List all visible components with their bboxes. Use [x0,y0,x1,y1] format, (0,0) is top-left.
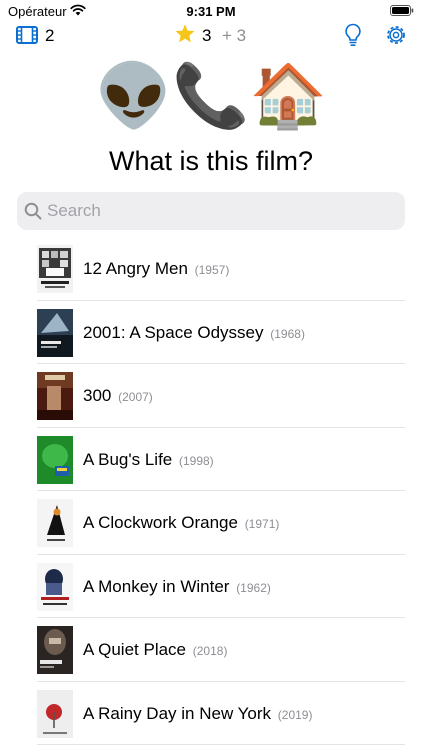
film-poster [37,626,73,674]
film-title: 12 Angry Men (1957) [83,259,229,279]
film-year: (1998) [178,453,214,468]
film-poster [37,689,73,738]
film-title: 2001: A Space Odyssey (1968) [83,323,305,343]
emoji-clue: 👽📞🏠 [95,62,327,131]
search-icon [24,202,42,220]
gear-icon[interactable] [384,23,408,47]
film-row-2001-a-space-odyssey[interactable]: 2001: A Space Odyssey (1968) [0,301,422,365]
film-year: (2019) [277,707,313,722]
question-heading: What is this film? [108,146,314,176]
stars-bonus: + 3 [222,26,247,45]
stars-count: 3 [202,26,212,45]
film-year: (1968) [270,326,305,341]
film-title-text: A Bug's Life [83,449,173,469]
film-title-text: A Quiet Place [83,640,187,659]
film-row-12-angry-men[interactable]: 12 Angry Men (1957) [0,237,422,301]
status-bar: Opérateur 9:31 PM [0,0,422,22]
film-poster [37,435,73,484]
search-bar[interactable] [17,192,405,230]
film-row-300[interactable]: 300 (2007) [0,364,422,428]
film-title: A Rainy Day in New York (2019) [83,704,312,724]
lightbulb-icon[interactable] [344,23,362,47]
film-title-text: A Monkey in Winter [83,576,230,596]
film-count: 2 [45,26,55,45]
film-year: (1957) [194,263,230,277]
film-title-text: A Rainy Day in New York [83,703,272,723]
film-title: A Monkey in Winter (1962) [83,577,271,597]
film-title: A Bug's Life (1998) [83,450,214,470]
search-input[interactable] [47,192,397,230]
film-poster [37,499,73,547]
film-row-a-rainy-day-in-new-york[interactable]: A Rainy Day in New York (2019) [0,682,422,746]
film-list: 12 Angry Men (1957) 2001: A Space Odysse… [0,237,422,745]
film-poster [37,562,73,611]
film-year: (2007) [118,390,153,404]
film-row-a-bugs-life[interactable]: A Bug's Life (1998) [0,428,422,492]
film-title-text: 12 Angry Men [83,259,188,278]
star-icon [175,24,195,43]
film-row-a-monkey-in-winter[interactable]: A Monkey in Winter (1962) [0,555,422,619]
film-title-text: 300 [83,386,112,405]
clock-time: 9:31 PM [186,4,236,19]
film-year: (1962) [236,580,271,595]
film-title: A Quiet Place (2018) [83,640,227,660]
film-year: (2018) [192,644,228,658]
film-poster [37,308,73,357]
film-title-text: A Clockwork Orange [83,513,238,532]
film-title-text: 2001: A Space Odyssey [83,322,264,342]
film-title: 300 (2007) [83,386,153,406]
film-row-a-clockwork-orange[interactable]: A Clockwork Orange (1971) [0,491,422,555]
film-year: (1971) [244,517,280,531]
film-title: A Clockwork Orange (1971) [83,513,279,533]
film-poster [37,372,73,420]
film-row-a-quiet-place[interactable]: A Quiet Place (2018) [0,618,422,682]
battery-icon [390,5,414,16]
game-toolbar: 2 3 + 3 [0,22,422,50]
film-poster [37,245,73,293]
film-icon[interactable] [16,26,38,44]
